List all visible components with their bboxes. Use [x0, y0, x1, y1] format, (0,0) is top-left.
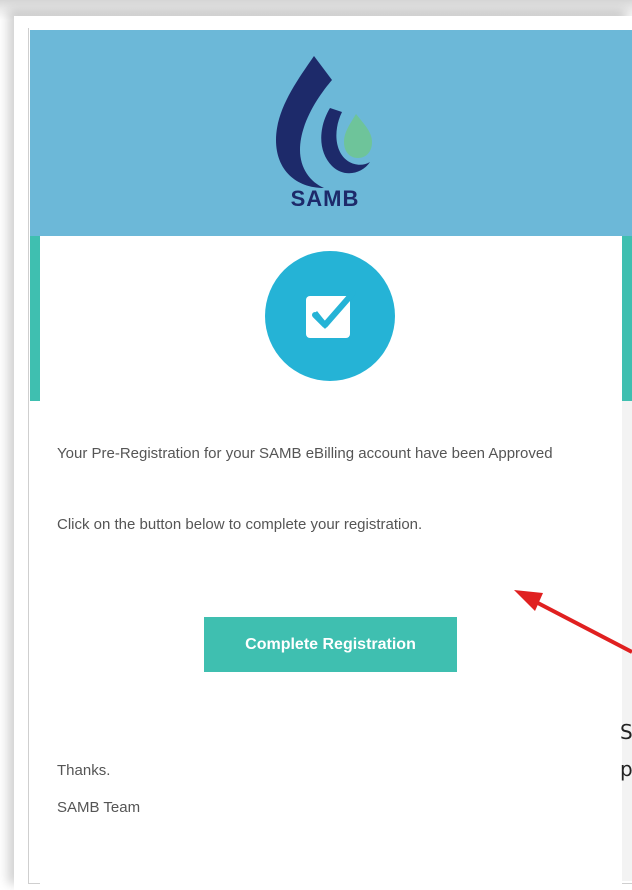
- logo-wordmark: SAMB: [290, 186, 360, 211]
- thanks-text: Thanks.: [57, 762, 111, 779]
- overlay-text-line-2: p: [620, 757, 632, 781]
- checkbox-check-icon: [306, 290, 356, 338]
- approval-message: Your Pre-Registration for your SAMB eBil…: [57, 445, 553, 462]
- overlay-text-line-1: S: [620, 720, 632, 744]
- right-edge-strip: [622, 401, 632, 881]
- instruction-message: Click on the button below to complete yo…: [57, 516, 423, 533]
- team-signature: SAMB Team: [57, 799, 141, 816]
- complete-registration-button[interactable]: Complete Registration: [204, 617, 457, 672]
